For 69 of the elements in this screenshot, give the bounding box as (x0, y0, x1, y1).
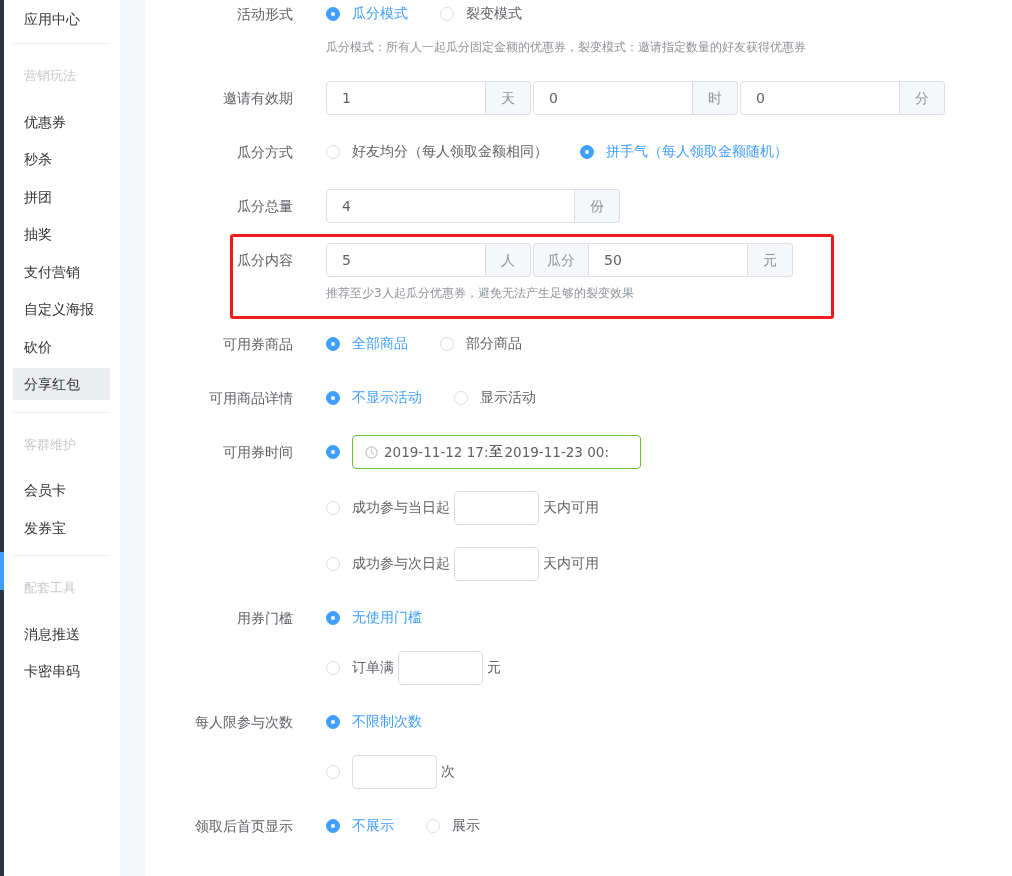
input-addon: 元 (748, 243, 793, 277)
clock-icon (365, 445, 378, 459)
radio-label[interactable]: 显示活动 (480, 389, 536, 407)
input-addon: 分 (900, 81, 945, 115)
unit-label: 天内可用 (543, 555, 599, 573)
sidebar-item[interactable]: 卡密串码 (13, 655, 110, 687)
form-label: 可用券时间 (222, 443, 294, 462)
radio-label[interactable]: 裂变模式 (466, 5, 522, 23)
radio-button[interactable] (580, 145, 594, 159)
input-addon: 时 (693, 81, 738, 115)
sidebar-item[interactable]: 支付营销 (13, 255, 110, 288)
radio-label[interactable]: 订单满 (352, 659, 394, 677)
form-label: 瓜分内容 (236, 251, 294, 270)
input-field[interactable] (352, 755, 437, 789)
form-label: 邀请有效期 (222, 89, 294, 108)
sidebar-item[interactable]: 砍价 (13, 330, 110, 363)
radio-button[interactable] (326, 7, 340, 21)
input-field[interactable]: 50 (588, 243, 748, 277)
input-addon: 份 (575, 189, 620, 223)
form-label: 用券门槛 (236, 609, 294, 628)
radio-button[interactable] (326, 391, 340, 405)
radio-label[interactable]: 部分商品 (466, 335, 522, 353)
form-label: 领取后首页显示 (194, 817, 294, 836)
radio-label[interactable]: 展示 (452, 817, 480, 835)
scrollbar-thumb[interactable] (0, 552, 4, 590)
sidebar-item[interactable]: 分享红包 (13, 368, 110, 400)
radio-label[interactable]: 成功参与当日起 (352, 499, 450, 517)
radio-button[interactable] (326, 715, 340, 729)
input-field[interactable]: 4 (326, 189, 575, 223)
range-separator: 至 (489, 443, 504, 461)
sidebar-item[interactable]: 发券宝 (13, 511, 110, 544)
radio-button[interactable] (326, 819, 340, 833)
sidebar-item[interactable]: 会员卡 (13, 474, 110, 506)
start-date: 2019-11-12 17: (384, 444, 489, 460)
sidebar-item[interactable]: 应用中心 (13, 3, 110, 35)
radio-label[interactable]: 好友均分（每人领取金额相同） (352, 143, 548, 161)
sidebar-item[interactable]: 拼团 (13, 180, 110, 213)
sidebar-item[interactable]: 自定义海报 (13, 293, 110, 325)
input-field[interactable]: 5 (326, 243, 486, 277)
form-label: 可用商品详情 (208, 389, 294, 408)
input-addon: 瓜分 (533, 243, 588, 277)
form-label: 每人限参与次数 (194, 713, 294, 732)
input-field[interactable] (398, 651, 483, 685)
input-addon: 天 (486, 81, 531, 115)
form-label: 可用券商品 (222, 335, 294, 354)
end-date: 2019-11-23 00: (504, 444, 609, 460)
form-label: 瓜分总量 (236, 197, 294, 216)
radio-label[interactable]: 成功参与次日起 (352, 555, 450, 573)
input-field[interactable]: 1 (326, 81, 486, 115)
date-range-field[interactable]: 2019-11-12 17:至2019-11-23 00: (352, 435, 641, 469)
input-field[interactable]: 0 (740, 81, 900, 115)
radio-button[interactable] (326, 611, 340, 625)
input-field[interactable] (454, 491, 539, 525)
input-field[interactable] (454, 547, 539, 581)
unit-label: 次 (441, 763, 455, 781)
radio-button[interactable] (326, 445, 340, 459)
sidebar-item[interactable]: 抽奖 (13, 218, 110, 250)
form-label: 瓜分方式 (236, 143, 294, 162)
form-label: 活动形式 (236, 5, 294, 24)
input-field[interactable]: 0 (533, 81, 693, 115)
sidebar-item[interactable]: 优惠券 (13, 105, 110, 138)
sidebar-item[interactable]: 消息推送 (13, 617, 110, 650)
radio-button[interactable] (326, 337, 340, 351)
input-addon: 人 (486, 243, 531, 277)
unit-label: 元 (487, 659, 501, 677)
unit-label: 天内可用 (543, 499, 599, 517)
hint-text: 瓜分模式：所有人一起瓜分固定金额的优惠券，裂变模式：邀请指定数量的好友获得优惠券 (326, 39, 806, 56)
sidebar-item[interactable]: 秒杀 (13, 143, 110, 175)
hint-text: 推荐至少3人起瓜分优惠券，避免无法产生足够的裂变效果 (326, 285, 635, 302)
